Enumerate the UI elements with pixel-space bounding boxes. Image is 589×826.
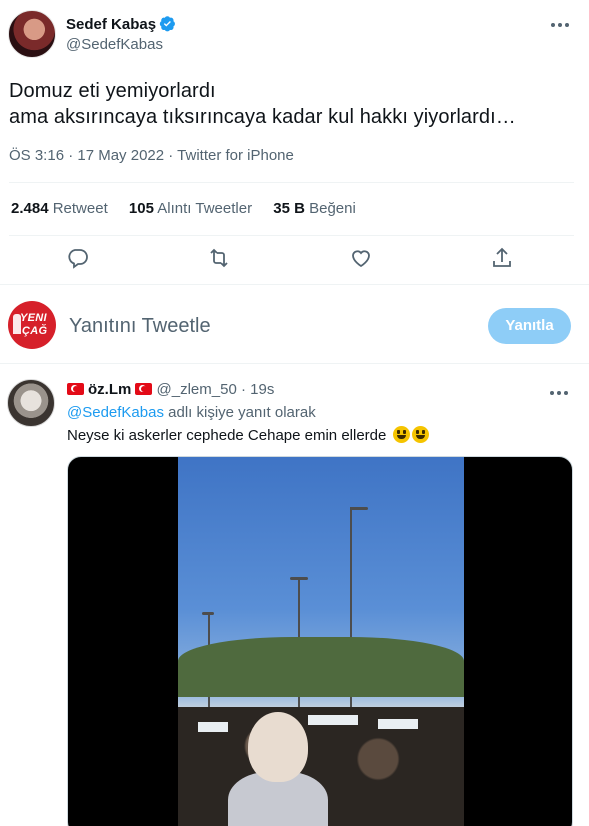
- author-avatar[interactable]: [8, 10, 56, 58]
- street-lamp-head: [350, 507, 368, 510]
- divider: [0, 284, 589, 285]
- tree-line: [178, 637, 464, 697]
- retweet-stat[interactable]: 2.484 Retweet: [11, 200, 108, 217]
- reply-composer: YENI ÇAĞ Yanıtını Tweetle Yanıtla: [0, 297, 589, 357]
- avatar-logo-text: YENI: [20, 312, 47, 324]
- replying-to-suffix: adlı kişiye yanıt olarak: [168, 404, 316, 421]
- reply-input[interactable]: Yanıtını Tweetle: [69, 315, 211, 338]
- author-handle[interactable]: @SedefKabas: [66, 36, 163, 53]
- reply-author-avatar[interactable]: [7, 379, 55, 427]
- street-lamp-head: [202, 612, 214, 615]
- replying-to-link[interactable]: @SedefKabas: [67, 404, 164, 421]
- person-head: [248, 712, 308, 782]
- grinning-face-emoji-icon: [392, 426, 410, 443]
- divider: [9, 182, 574, 183]
- more-options-icon[interactable]: [551, 18, 571, 32]
- stat-label: Retweet: [52, 200, 108, 217]
- protest-sign: [198, 722, 228, 732]
- reply-icon[interactable]: [66, 246, 90, 270]
- turkey-flag-icon: [67, 383, 84, 395]
- dot-separator: ·: [240, 381, 246, 398]
- stat-label: Beğeni: [309, 200, 356, 217]
- protest-sign: [378, 719, 418, 729]
- avatar-logo-text: ÇAĞ: [22, 325, 48, 337]
- reply-more-options-icon[interactable]: [550, 386, 570, 400]
- tweet-text-line: Domuz eti yemiyorlardı: [9, 80, 216, 102]
- protest-sign: [308, 715, 358, 725]
- retweet-icon[interactable]: [207, 246, 231, 270]
- stat-count: 105: [128, 200, 154, 217]
- verified-badge-icon: [159, 16, 175, 32]
- stat-count: 35 B: [273, 200, 305, 217]
- tweet-stats: 2.484 Retweet 105 Alıntı Tweetler 35 B B…: [11, 200, 373, 217]
- tweet-actions: [0, 246, 589, 274]
- reply-text-content: Neyse ki askerler cephede Cehape emin el…: [67, 427, 387, 444]
- divider: [9, 235, 574, 236]
- like-icon[interactable]: [349, 246, 373, 270]
- reply-text: Neyse ki askerler cephede Cehape emin el…: [67, 426, 429, 444]
- share-icon[interactable]: [490, 246, 514, 270]
- replying-to: @SedefKabas adlı kişiye yanıt olarak: [67, 404, 316, 421]
- reply-header: öz.Lm @_zlem_50 · 19s: [67, 381, 274, 398]
- author-name[interactable]: Sedef Kabaş: [66, 15, 176, 33]
- reply-author-handle[interactable]: @_zlem_50: [157, 381, 237, 398]
- turkey-flag-icon: [135, 383, 153, 395]
- stat-label: Alıntı Tweetler: [157, 200, 253, 217]
- video-frame[interactable]: [178, 457, 464, 826]
- tweet-meta[interactable]: ÖS 3:16 · 17 May 2022 · Twitter for iPho…: [9, 147, 294, 164]
- tweet-text: Domuz eti yemiyorlardı ama aksırıncaya t…: [9, 78, 516, 130]
- reply-author-name[interactable]: öz.Lm: [88, 381, 131, 398]
- reply-button[interactable]: Yanıtla: [488, 308, 571, 344]
- tweet-header: Sedef Kabaş @SedefKabas: [8, 10, 583, 60]
- video-player[interactable]: [67, 456, 573, 826]
- street-lamp-head: [290, 577, 308, 580]
- stat-count: 2.484: [11, 200, 49, 217]
- like-stat[interactable]: 35 B Beğeni: [273, 200, 356, 217]
- reply-time[interactable]: 19s: [250, 381, 274, 398]
- grinning-face-emoji-icon: [411, 426, 429, 443]
- author-name-text[interactable]: Sedef Kabaş: [66, 16, 156, 33]
- current-user-avatar[interactable]: YENI ÇAĞ: [8, 301, 56, 349]
- quote-tweet-stat[interactable]: 105 Alıntı Tweetler: [129, 200, 252, 217]
- divider: [0, 363, 589, 364]
- tweet-text-line: ama aksırıncaya tıksırıncaya kadar kul h…: [9, 106, 516, 128]
